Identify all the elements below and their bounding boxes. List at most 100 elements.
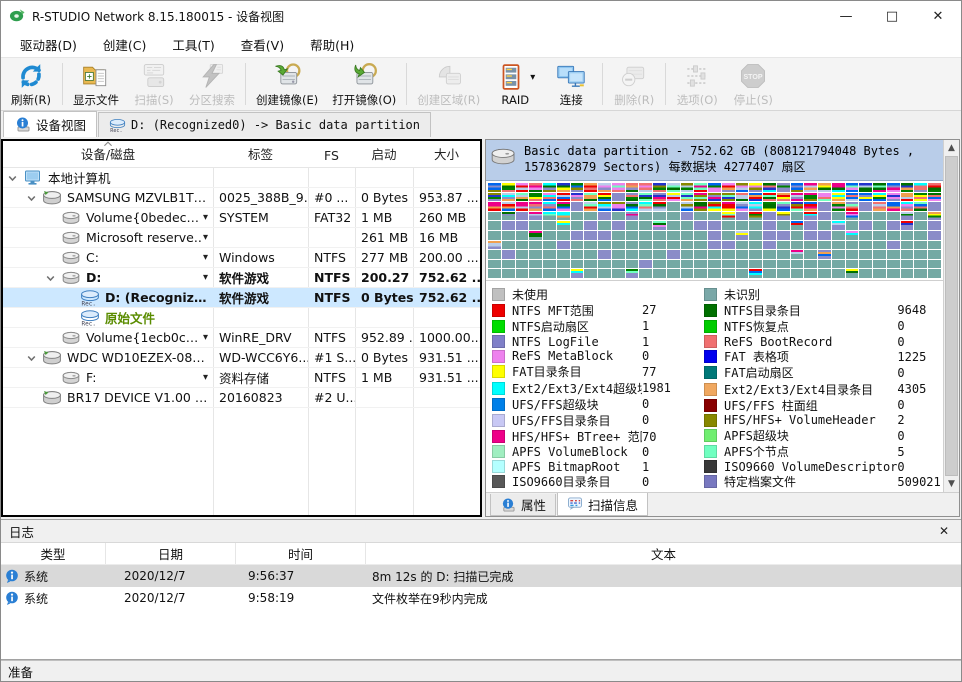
- tree-row-10[interactable]: F:▾资料存储NTFS1 MB931.51 ...: [3, 368, 480, 388]
- refresh-icon: [15, 60, 47, 92]
- view-tab-1[interactable]: Rec.D: (Recognized0) -> Basic data parti…: [98, 112, 431, 137]
- map-block: [543, 221, 556, 230]
- row-dropdown-icon[interactable]: ▾: [203, 232, 208, 243]
- map-block: [818, 241, 831, 250]
- row-dropdown-icon[interactable]: ▾: [203, 252, 208, 263]
- legend-count: 0: [642, 475, 704, 489]
- map-block: [639, 221, 652, 230]
- scrollbar-thumb[interactable]: [945, 156, 958, 476]
- expand-chevron-icon[interactable]: [45, 272, 59, 284]
- tree-row-7[interactable]: Rec.原始文件: [3, 308, 480, 328]
- row-dropdown-icon[interactable]: ▾: [203, 372, 208, 383]
- menu-item-0[interactable]: 驱动器(D): [7, 35, 90, 54]
- scan-panel-tab-0[interactable]: 属性: [490, 494, 556, 516]
- tree-row-8[interactable]: Volume{1ecb0c98-..▾WinRE_DRVNTFS952.89 .…: [3, 328, 480, 348]
- map-block: [804, 241, 817, 250]
- log-close-icon[interactable]: ✕: [935, 524, 953, 538]
- toolbar-icon-row: [618, 60, 650, 92]
- toolbar-button-raid[interactable]: ▾RAID: [487, 59, 543, 109]
- tree-row-1[interactable]: SAMSUNG MZVLB1T0...0025_388B_9...#0 ...0…: [3, 188, 480, 208]
- tree-column-header-0[interactable]: 设备/磁盘: [3, 141, 213, 167]
- tree-row-4[interactable]: C:▾WindowsNTFS277 MB200.00 ...: [3, 248, 480, 268]
- row-dropdown-icon[interactable]: ▾: [203, 212, 208, 223]
- tree-row-2[interactable]: Volume{0bedecf0-..▾SYSTEMFAT321 MB260 MB: [3, 208, 480, 228]
- log-column-header-3[interactable]: 文本: [366, 543, 961, 564]
- device-name: D: (Recognize...: [105, 290, 213, 305]
- toolbar-button-show-files[interactable]: 显示文件: [66, 59, 126, 109]
- expand-chevron-icon[interactable]: [26, 192, 40, 204]
- map-block: [763, 269, 776, 278]
- expand-chevron-icon[interactable]: [26, 352, 40, 364]
- tree-row-11[interactable]: BR17 DEVICE V1.00 1....20160823#2 U...: [3, 388, 480, 408]
- legend-swatch: [704, 366, 717, 379]
- map-block: [667, 212, 680, 221]
- menu-item-4[interactable]: 帮助(H): [297, 35, 367, 54]
- toolbar-button-delete[interactable]: 删除(R): [606, 59, 662, 109]
- menu-item-3[interactable]: 查看(V): [228, 35, 297, 54]
- map-block: [818, 221, 831, 230]
- toolbar-button-stop[interactable]: STOP停止(S): [725, 59, 781, 109]
- tree-row-0[interactable]: 本地计算机: [3, 168, 480, 188]
- toolbar-button-create-region[interactable]: 创建区域(R): [410, 59, 487, 109]
- scrollbar-down-icon[interactable]: ▼: [944, 476, 959, 492]
- map-block: [612, 231, 625, 240]
- legend-swatch: [704, 350, 717, 363]
- map-block: [694, 260, 707, 269]
- view-tab-bar: 设备视图Rec.D: (Recognized0) -> Basic data p…: [1, 111, 961, 137]
- map-block: [914, 250, 927, 259]
- log-column-header-0[interactable]: 类型: [1, 543, 106, 564]
- scan-panel-scrollbar[interactable]: ▲ ▼: [943, 140, 959, 492]
- tree-row-5[interactable]: D:▾软件游戏NTFS200.27 ...752.62 ...: [3, 268, 480, 288]
- map-block: [887, 250, 900, 259]
- toolbar-button-partition-search[interactable]: 分区搜索: [182, 59, 242, 109]
- toolbar-button-open-image[interactable]: 打开镜像(O): [325, 59, 403, 109]
- tree-column-header-2[interactable]: FS: [308, 141, 355, 167]
- legend-item-right-9: APFS超级块0: [704, 427, 943, 443]
- toolbar-button-scan[interactable]: 扫描(S): [126, 59, 182, 109]
- scrollbar-up-icon[interactable]: ▲: [944, 140, 959, 156]
- maximize-button[interactable]: □: [869, 1, 915, 31]
- tree-row-9[interactable]: WDC WD10EZEX-08W...WD-WCC6Y6...#1 S...0 …: [3, 348, 480, 368]
- toolbar-button-connect[interactable]: 连接: [543, 59, 599, 109]
- close-button[interactable]: ✕: [915, 1, 961, 31]
- map-block: [543, 202, 556, 211]
- tree-column-header-1[interactable]: 标签: [213, 141, 308, 167]
- map-block: [873, 269, 886, 278]
- view-tab-0[interactable]: 设备视图: [3, 111, 97, 137]
- row-dropdown-icon[interactable]: ▾: [203, 332, 208, 343]
- menu-item-2[interactable]: 工具(T): [159, 35, 227, 54]
- info-tab-icon: [500, 498, 516, 512]
- minimize-button[interactable]: —: [823, 1, 869, 31]
- toolbar-button-refresh[interactable]: 刷新(R): [3, 59, 59, 109]
- scan-panel-tab-1[interactable]: 扫描信息: [557, 493, 648, 516]
- map-block: [722, 183, 735, 192]
- tree-row-6[interactable]: Rec.D: (Recognize...软件游戏NTFS0 Bytes752.6…: [3, 288, 480, 308]
- legend-label: APFS超级块: [724, 427, 789, 444]
- row-dropdown-icon[interactable]: ▾: [203, 272, 208, 283]
- info-balloon-icon: [5, 569, 19, 583]
- tree-row-3[interactable]: Microsoft reserve..▾261 MB16 MB: [3, 228, 480, 248]
- map-block: [859, 231, 872, 240]
- log-column-header-2[interactable]: 时间: [236, 543, 366, 564]
- legend-label: UFS/FFS 柱面组: [724, 397, 818, 414]
- map-block: [502, 250, 515, 259]
- map-block: [777, 250, 790, 259]
- map-block: [681, 212, 694, 221]
- log-row-1[interactable]: 系统2020/12/79:58:19文件枚举在9秒内完成: [1, 587, 961, 609]
- toolbar-button-label: RAID: [501, 93, 529, 107]
- log-column-header-1[interactable]: 日期: [106, 543, 236, 564]
- map-block: [804, 269, 817, 278]
- toolbar-button-create-image[interactable]: 创建镜像(E): [249, 59, 325, 109]
- tree-cell-size: [413, 308, 480, 327]
- tree-column-header-3[interactable]: 启动: [355, 141, 413, 167]
- map-block: [791, 260, 804, 269]
- dropdown-caret-icon[interactable]: ▾: [530, 72, 535, 83]
- expand-chevron-icon[interactable]: [7, 172, 21, 184]
- menu-item-1[interactable]: 创建(C): [90, 35, 159, 54]
- map-block: [777, 241, 790, 250]
- toolbar-button-options[interactable]: 选项(O): [669, 59, 725, 109]
- tree-column-header-4[interactable]: 大小: [413, 141, 480, 167]
- log-row-0[interactable]: 系统2020/12/79:56:378m 12s 的 D: 扫描已完成: [1, 565, 961, 587]
- map-block: [557, 202, 570, 211]
- map-block: [777, 193, 790, 202]
